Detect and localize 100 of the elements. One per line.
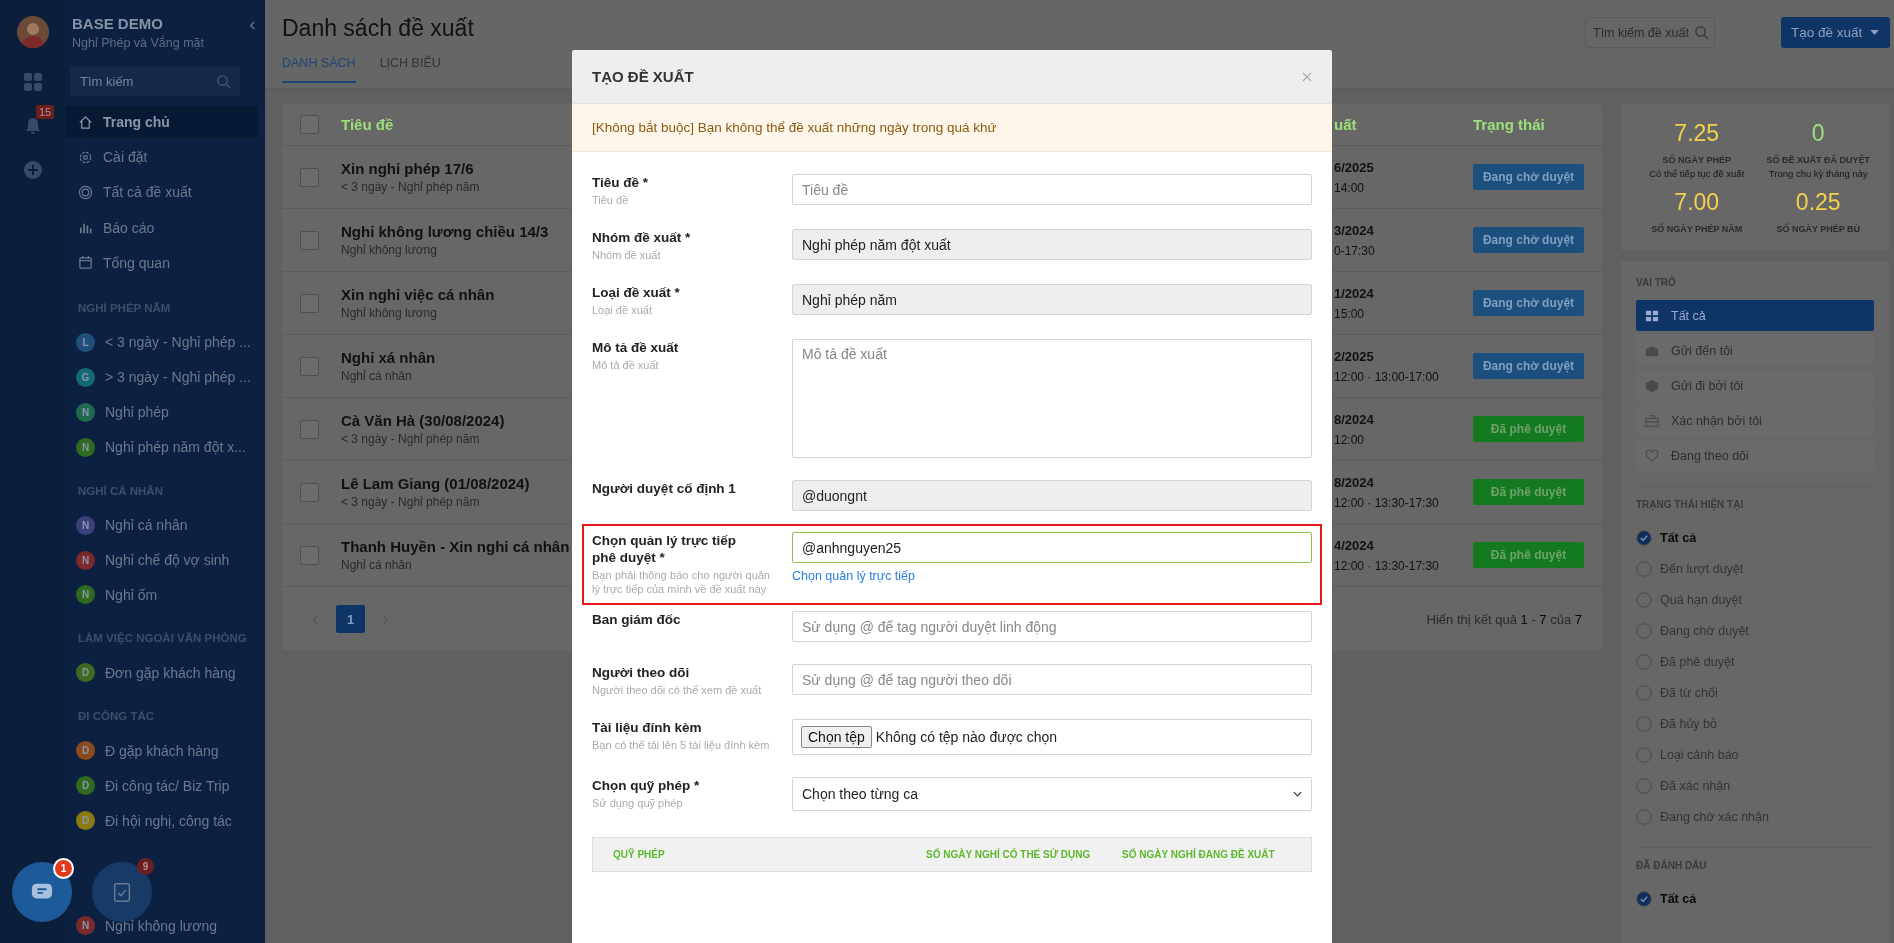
nav-item[interactable]: Nghỉ phép [105,404,169,421]
proposal-title[interactable]: Xin nghỉ việc cá nhân [341,286,495,303]
time-text: 12:00 [1334,432,1366,447]
search-field[interactable]: Tìm kiếm đề xuất [1585,17,1715,48]
radio-button[interactable] [1636,746,1652,763]
proposal-title[interactable]: Thanh Huyền - Xin nghỉ cá nhân [341,538,570,555]
radio-button[interactable] [1636,560,1652,577]
date-text: 8/2024 [1334,474,1375,490]
checkbox[interactable] [300,230,319,250]
nav-item[interactable]: Nghỉ phép năm đột x... [105,439,246,456]
nav-item[interactable]: Đ gặp khách hàng [105,742,219,759]
date-text: 2/2025 [1334,348,1375,364]
field-label: Nhóm đề xuất * [592,229,692,246]
proposal-title[interactable]: Lê Lam Giang (01/08/2024) [341,475,530,492]
search-icon[interactable] [1694,25,1709,40]
nav-item[interactable]: Cài đặt [66,141,258,174]
select-field[interactable]: Chọn theo từng ca [792,777,1312,811]
radio-button[interactable] [1636,890,1652,907]
nav-item[interactable]: Nghỉ cá nhân [105,517,188,534]
input-field[interactable]: Nghỉ phép năm đột xuất [792,229,1312,260]
checkbox[interactable] [300,419,319,439]
choose-file-button[interactable]: Chọn tệp [801,726,872,748]
apps-grid-icon[interactable] [23,72,43,92]
proposal-type: Nghỉ cá nhân [341,369,412,383]
letter-avatar: N [76,916,95,935]
nav-item[interactable]: Tất cả đề xuất [66,176,258,209]
select-manager-link[interactable]: Chọn quản lý trực tiếp [792,569,1312,583]
checkbox[interactable] [300,293,319,313]
radio-button[interactable] [1636,715,1652,732]
nav-item[interactable]: < 3 ngày - Nghỉ phép ... [105,334,251,351]
proposal-type: < 3 ngày - Nghỉ phép năm [341,432,480,446]
field-label: Mô tả đề xuất [592,339,680,356]
checkbox[interactable] [300,115,319,134]
radio-button[interactable] [1636,529,1652,546]
stat-note: Có thể tiếp tục đề xuất [1649,168,1745,179]
radio-button[interactable] [1636,622,1652,639]
input-field[interactable]: Sử dụng @ để tag người theo dõi [792,664,1312,695]
nav-item[interactable]: Đi công tác/ Biz Trip [105,777,230,794]
bell-icon[interactable] [23,116,43,136]
nav-item[interactable]: Nghỉ ốm [105,586,158,603]
app-title: BASE DEMO [72,15,164,32]
radio-button[interactable] [1636,653,1652,670]
letter-avatar: D [76,663,95,683]
radio-button[interactable] [1636,684,1652,701]
field-label: Loại đề xuất * [592,284,681,301]
radio-button[interactable] [1636,808,1652,825]
proposal-type: Nghỉ không lương [341,306,437,320]
letter-avatar: D [76,811,95,831]
field-hint: Loại đề xuất [592,303,653,317]
checkbox[interactable] [300,545,319,565]
input-field[interactable]: @anhnguyen25 [792,532,1312,563]
proposal-title[interactable]: Nghỉ không lương chiều 14/3 [341,223,549,240]
search-field[interactable]: Tìm kiếm [70,66,240,96]
collapse-icon[interactable] [248,21,257,30]
notice-banner: [Không bắt buộc] Bạn không thể đề xuất những ngày trong quá khứ [572,104,1332,152]
checkbox[interactable] [300,356,319,376]
caret-icon [1870,30,1880,35]
input-field[interactable]: @duongnt [792,480,1312,511]
field-label: Chọn quỹ phép * [592,777,701,794]
proposal-title[interactable]: Nghỉ xá nhân [341,349,436,366]
input-field[interactable]: Nghỉ phép năm [792,284,1312,315]
proposal-type: Nghỉ cá nhân [341,558,412,572]
file-field[interactable]: Chọn tệp Không có tệp nào được chọn [792,719,1312,755]
time-text: 12:00 · 13:30-17:30 [1334,558,1440,573]
nav-item[interactable]: Đơn gặp khách hàng [105,664,236,681]
close-icon[interactable] [1302,71,1312,82]
status-badge: Đang chờ duyệt [1473,290,1584,316]
nav-item[interactable]: > 3 ngày - Nghỉ phép ... [105,369,251,386]
radio-button[interactable] [1636,777,1652,794]
home-icon [78,114,93,130]
input-field[interactable]: Tiêu đề [792,174,1312,205]
page-button[interactable]: 1 [336,605,365,633]
add-icon[interactable] [23,160,43,180]
nav-item[interactable]: Trang chủ [66,106,258,139]
create-button[interactable]: Tạo đề xuất [1781,17,1890,48]
status-badge: Đã phê duyệt [1473,542,1584,568]
text-area[interactable]: Mô tả đề xuất [792,339,1312,458]
filter-option[interactable]: Tất cả [1660,530,1697,545]
proposal-title[interactable]: Xin nghỉ phép 17/6 [341,160,474,177]
field-label: Tiêu đề * [592,174,650,191]
target-icon [78,184,93,200]
proposal-title[interactable]: Cà Văn Hà (30/08/2024) [341,412,505,429]
letter-avatar: N [76,402,95,422]
stat-value: 0.25 [1795,189,1841,216]
filter-option[interactable]: Tất cả [1660,891,1697,906]
checkbox[interactable] [300,167,319,187]
nav-item[interactable]: Tổng quan [66,246,258,279]
nav-item[interactable]: Nghỉ chế độ vợ sinh [105,552,230,568]
date-text: 1/2024 [1334,285,1375,301]
time-text: 14:00 [1334,180,1366,195]
nav-item[interactable]: Báo cáo [66,211,258,244]
field-label: Chọn quản lý trực tiếp phê duyệt * [592,532,738,566]
search-icon[interactable] [216,74,231,89]
role-item[interactable]: Tất cả [1636,300,1874,331]
avatar-icon[interactable] [17,16,49,48]
nav-item[interactable]: Đi hội nghị, công tác [105,812,232,829]
checkbox[interactable] [300,482,319,502]
radio-button[interactable] [1636,591,1652,608]
input-field[interactable]: Sử dụng @ để tag người duyệt linh động [792,611,1312,642]
settings-icon [78,149,93,165]
